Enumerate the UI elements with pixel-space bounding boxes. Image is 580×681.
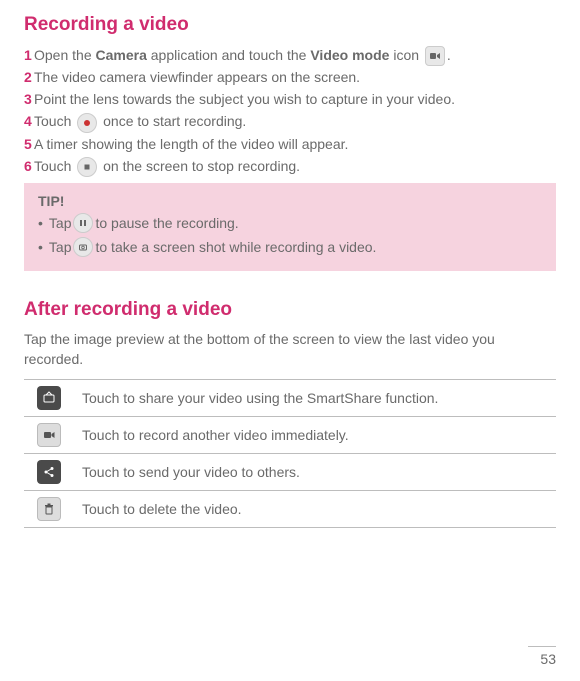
bold-camera: Camera (96, 47, 147, 63)
step-4: 4 Touch once to start recording. (24, 110, 556, 132)
step-3: 3 Point the lens towards the subject you… (24, 88, 556, 110)
icon-cell (24, 416, 74, 453)
step-text: on the screen to stop recording. (99, 158, 300, 174)
bold-video-mode: Video mode (310, 47, 389, 63)
share-icon (37, 460, 61, 484)
tip-text: Tap (49, 211, 72, 235)
table-text: Touch to delete the video. (74, 490, 556, 527)
step-text: Point the lens towards the subject you w… (52, 88, 455, 110)
step-text: A timer showing the length of the video … (52, 133, 348, 155)
steps-list: 1 Open the Camera application and touch … (24, 44, 556, 177)
step-text: icon (389, 47, 422, 63)
step-5: 5 A timer showing the length of the vide… (24, 133, 556, 155)
bullet-icon: • (38, 235, 43, 259)
pause-icon (73, 213, 93, 233)
section-title-recording: Recording a video (24, 14, 556, 36)
step-6: 6 Touch on the screen to stop recording. (24, 155, 556, 177)
icon-cell (24, 490, 74, 527)
table-row: Touch to send your video to others. (24, 453, 556, 490)
tip-line-pause: • Tap to pause the recording. (38, 211, 542, 235)
after-intro-text: Tap the image preview at the bottom of t… (24, 329, 556, 369)
bullet-icon: • (38, 211, 43, 235)
stop-icon (77, 157, 97, 177)
record-again-icon (37, 423, 61, 447)
step-text: once to start recording. (99, 113, 246, 129)
tip-text: to take a screen shot while recording a … (95, 235, 376, 259)
smartshare-icon (37, 386, 61, 410)
step-text: Touch (34, 113, 75, 129)
tip-box: TIP! • Tap to pause the recording. • Tap… (24, 183, 556, 271)
table-text: Touch to send your video to others. (74, 453, 556, 490)
section-title-after: After recording a video (24, 299, 556, 321)
video-mode-icon (425, 46, 445, 66)
table-row: Touch to delete the video. (24, 490, 556, 527)
table-text: Touch to record another video immediatel… (74, 416, 556, 453)
table-row: Touch to record another video immediatel… (24, 416, 556, 453)
tip-text: to pause the recording. (95, 211, 238, 235)
page-number: 53 (528, 646, 556, 667)
tip-title: TIP! (38, 193, 542, 209)
step-text: The video camera viewfinder appears on t… (52, 66, 360, 88)
tip-text: Tap (49, 235, 72, 259)
step-text: Touch (34, 158, 75, 174)
delete-icon (37, 497, 61, 521)
step-1: 1 Open the Camera application and touch … (24, 44, 556, 66)
icon-cell (24, 453, 74, 490)
step-text: Open the (34, 47, 96, 63)
table-text: Touch to share your video using the Smar… (74, 379, 556, 416)
step-text: application and touch the (147, 47, 310, 63)
table-row: Touch to share your video using the Smar… (24, 379, 556, 416)
step-2: 2 The video camera viewfinder appears on… (24, 66, 556, 88)
record-icon (77, 113, 97, 133)
tip-line-screenshot: • Tap to take a screen shot while record… (38, 235, 542, 259)
step-text: . (447, 47, 451, 63)
icon-cell (24, 379, 74, 416)
screenshot-icon (73, 237, 93, 257)
action-table: Touch to share your video using the Smar… (24, 379, 556, 528)
